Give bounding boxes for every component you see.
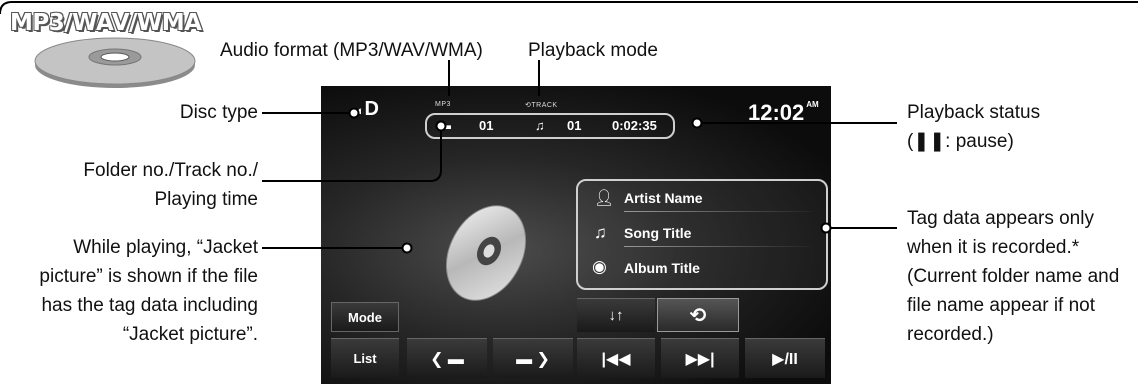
callout-lines (262, 60, 897, 254)
